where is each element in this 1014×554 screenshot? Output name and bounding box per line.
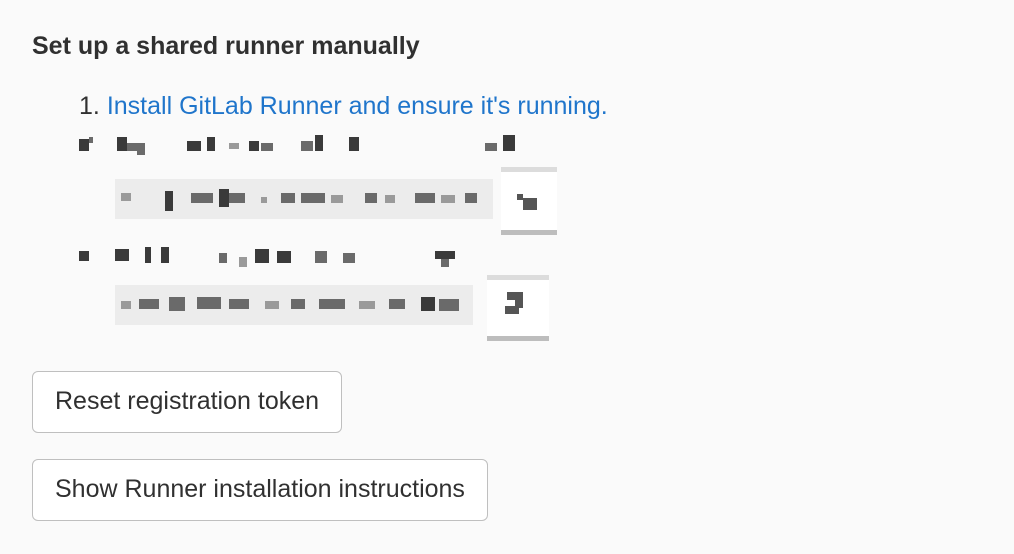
step-install-runner: 1. Install GitLab Runner and ensure it's… — [79, 89, 779, 123]
code-snippet-2 — [115, 285, 473, 325]
copy-icon — [487, 280, 549, 336]
step-3-obscured-text — [79, 247, 479, 269]
copy-icon — [501, 172, 557, 230]
section-title: Set up a shared runner manually — [32, 32, 420, 60]
setup-steps-list: 1. Install GitLab Runner and ensure it's… — [79, 89, 779, 341]
step-2-obscured-text — [79, 135, 539, 157]
install-runner-link[interactable]: Install GitLab Runner and ensure it's ru… — [107, 92, 608, 120]
reset-registration-token-button[interactable]: Reset registration token — [32, 371, 343, 433]
code-snippet-1 — [115, 179, 493, 219]
show-runner-installation-instructions-button[interactable]: Show Runner installation instructions — [32, 459, 488, 521]
copy-button-1[interactable] — [501, 167, 557, 235]
runner-setup-panel: Set up a shared runner manually 1. Insta… — [0, 0, 1014, 554]
copy-button-2[interactable] — [487, 275, 549, 341]
step-number: 1. — [79, 92, 100, 120]
